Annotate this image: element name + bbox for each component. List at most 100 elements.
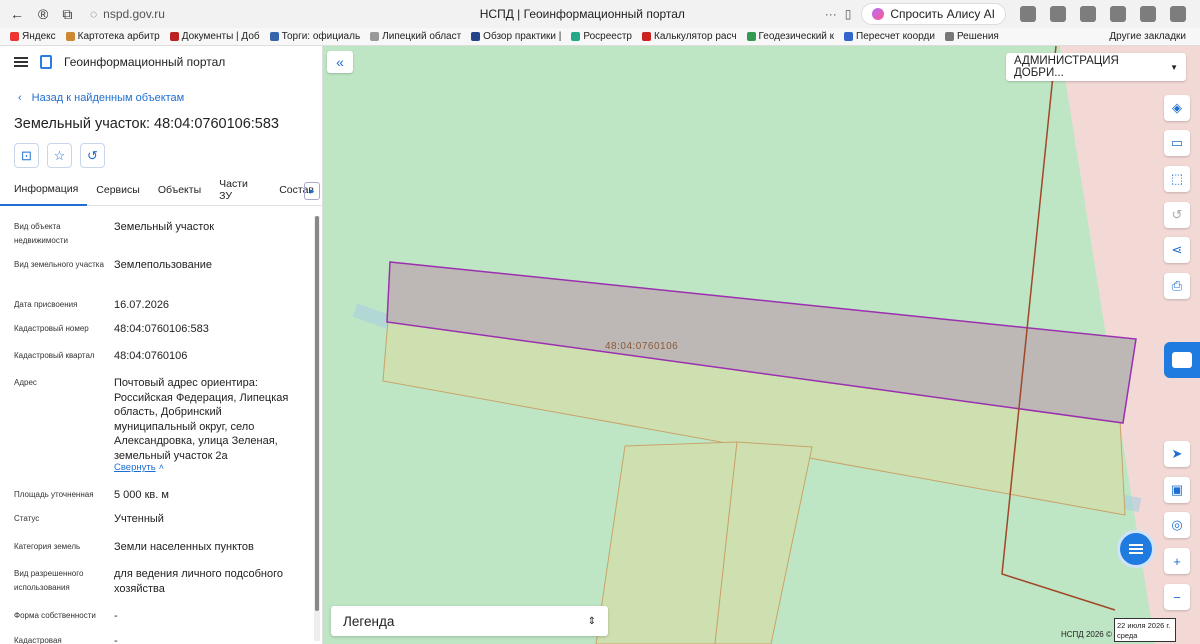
back-arrow-icon[interactable]: ←: [10, 6, 24, 22]
select-area-icon: ⬚: [1170, 171, 1184, 186]
property-label: Кадастровая: [14, 636, 62, 644]
bookmark-item[interactable]: Липецкий област: [370, 31, 461, 42]
object-tabs: Информация Сервисы Объекты Части ЗУ Сост…: [0, 174, 322, 206]
double-chevron-left-icon: «: [336, 54, 344, 70]
geo-button[interactable]: ◎: [1164, 512, 1190, 538]
panel-scrollbar[interactable]: [314, 216, 320, 641]
minimap-button[interactable]: ▣: [1164, 477, 1190, 503]
bookmark-item[interactable]: Пересчет коорди: [844, 31, 935, 42]
caret-right-icon: ▸: [309, 185, 315, 196]
side-tab-button[interactable]: [1164, 342, 1200, 378]
object-title: Земельный участок: 48:04:0760106:583: [14, 116, 279, 132]
parcel-label: 48:04:0760106: [605, 341, 679, 352]
more-icon[interactable]: ···: [825, 7, 837, 21]
history-button[interactable]: ↺: [1164, 202, 1190, 228]
property-label: Вид объекта недвижимости: [14, 222, 68, 245]
object-tools: ⊡ ☆ ↺: [14, 143, 105, 168]
zoom-in-button[interactable]: +: [1164, 548, 1190, 574]
weekday-line: среда: [1117, 631, 1138, 640]
select-area-button[interactable]: ⬚: [1164, 166, 1190, 192]
shield-icon: ◌: [90, 7, 98, 21]
menu-icon[interactable]: [14, 57, 28, 67]
history-object-button[interactable]: ↺: [80, 143, 105, 168]
geodesy-icon: [746, 32, 756, 41]
bookmark-item[interactable]: Геодезический к: [746, 31, 834, 42]
print-icon: ⎙: [1171, 278, 1183, 293]
extension-icon[interactable]: [1140, 6, 1156, 22]
file-icon: [370, 32, 380, 41]
zoom-to-object-icon: ⊡: [21, 147, 32, 163]
copy-link-icon[interactable]: ⧉: [62, 6, 72, 23]
property-label: Кадастровый номер: [14, 324, 89, 333]
hourglass-icon: [471, 32, 481, 41]
favorite-button[interactable]: ☆: [47, 143, 72, 168]
chevron-up-icon: ˄: [158, 462, 164, 472]
bookmark-icon[interactable]: ▯: [845, 7, 852, 21]
parcel-south-1: [595, 441, 738, 644]
history-icon: ↺: [1171, 207, 1183, 222]
other-bookmarks[interactable]: Другие закладки: [1109, 31, 1186, 42]
alice-label: Спросить Алису AI: [890, 7, 995, 21]
bookmark-item[interactable]: Обзор практики |: [471, 31, 561, 42]
share-button[interactable]: ⋖: [1164, 237, 1190, 263]
site-settings-icon[interactable]: ®: [38, 6, 48, 22]
layers-button[interactable]: ◈: [1164, 95, 1190, 121]
chevron-left-icon: ‹: [18, 92, 22, 104]
tabs-scroll-right-button[interactable]: ▸: [304, 182, 320, 200]
show-on-map-button[interactable]: ⊡: [14, 143, 39, 168]
layers-icon: ◈: [1172, 100, 1182, 115]
back-link[interactable]: ‹ Назад к найденным объектам: [18, 92, 184, 104]
document-icon: [169, 32, 179, 41]
extension-icon[interactable]: [1110, 6, 1126, 22]
alice-button[interactable]: Спросить Алису AI: [861, 3, 1006, 25]
tab-services[interactable]: Сервисы: [87, 174, 149, 206]
date-tooltip: 22 июля 2026 г. среда: [1114, 618, 1176, 642]
globe-icon: [844, 32, 854, 41]
legend-select[interactable]: Легенда ⇕: [331, 606, 608, 636]
extension-icon[interactable]: [1020, 6, 1036, 22]
bookmarks-bar: Яндекс Картотека арбитр Документы | Доб …: [0, 28, 1200, 46]
tab-parts[interactable]: Части ЗУ: [210, 174, 270, 206]
property-label: Площадь уточненная: [14, 490, 94, 499]
property-label: Форма собственности: [14, 611, 96, 620]
browser-toolbar: ← ® ⧉ ◌ nspd.gov.ru НСПД | Геоинформацио…: [0, 0, 1200, 28]
bookmark-item[interactable]: Решения: [944, 31, 999, 42]
locate-button[interactable]: ➤: [1164, 441, 1190, 467]
bookmark-item[interactable]: Яндекс: [10, 31, 56, 42]
rosreestr-icon: [571, 32, 581, 41]
torgi-icon: [269, 32, 279, 41]
star-icon: ☆: [53, 147, 66, 163]
collapse-link[interactable]: Свернуть ˄: [114, 460, 299, 476]
bookmark-item[interactable]: Калькулятор расч: [642, 31, 737, 42]
chat-button[interactable]: [1117, 530, 1155, 568]
bookmark-item[interactable]: Документы | Доб: [169, 31, 260, 42]
collapse-panel-button[interactable]: «: [327, 51, 353, 73]
bookmark-item[interactable]: Торги: официаль: [269, 31, 360, 42]
property-value: Учтенный: [114, 513, 164, 525]
map-view[interactable]: 48:04:0760106: [323, 46, 1200, 644]
extension-icon[interactable]: [1080, 6, 1096, 22]
print-button[interactable]: ⎙: [1164, 273, 1190, 299]
scrollbar-thumb[interactable]: [315, 216, 319, 611]
zoom-out-button[interactable]: −: [1164, 584, 1190, 610]
card-icon: [1172, 352, 1192, 368]
extension-icon[interactable]: [1050, 6, 1066, 22]
property-value: 48:04:0760106: [114, 350, 188, 362]
bookmark-item[interactable]: Картотека арбитр: [65, 31, 160, 42]
property-value: Земли населенных пунктов: [114, 541, 254, 553]
ruler-button[interactable]: ▭: [1164, 130, 1190, 156]
navigation-arrow-icon: ➤: [1171, 446, 1183, 461]
extension-icon[interactable]: [1170, 6, 1186, 22]
panel-header: Геоинформационный портал: [0, 46, 322, 78]
ruler-icon: ▭: [1170, 135, 1184, 150]
tab-objects[interactable]: Объекты: [149, 174, 210, 206]
tab-info[interactable]: Информация: [0, 174, 88, 206]
property-value: 5 000 кв. м: [114, 489, 169, 501]
address-bar[interactable]: ◌ nspd.gov.ru: [90, 7, 340, 21]
admin-select[interactable]: АДМИНИСТРАЦИЯ ДОБРИ... ▼: [1006, 53, 1186, 81]
bookmark-item[interactable]: Росреестр: [571, 31, 632, 42]
property-label: Категория земель: [14, 542, 81, 551]
caret-down-icon: ▼: [1170, 62, 1178, 72]
up-down-chevron-icon: ⇕: [587, 615, 596, 627]
collapse-label: Свернуть: [114, 462, 156, 473]
